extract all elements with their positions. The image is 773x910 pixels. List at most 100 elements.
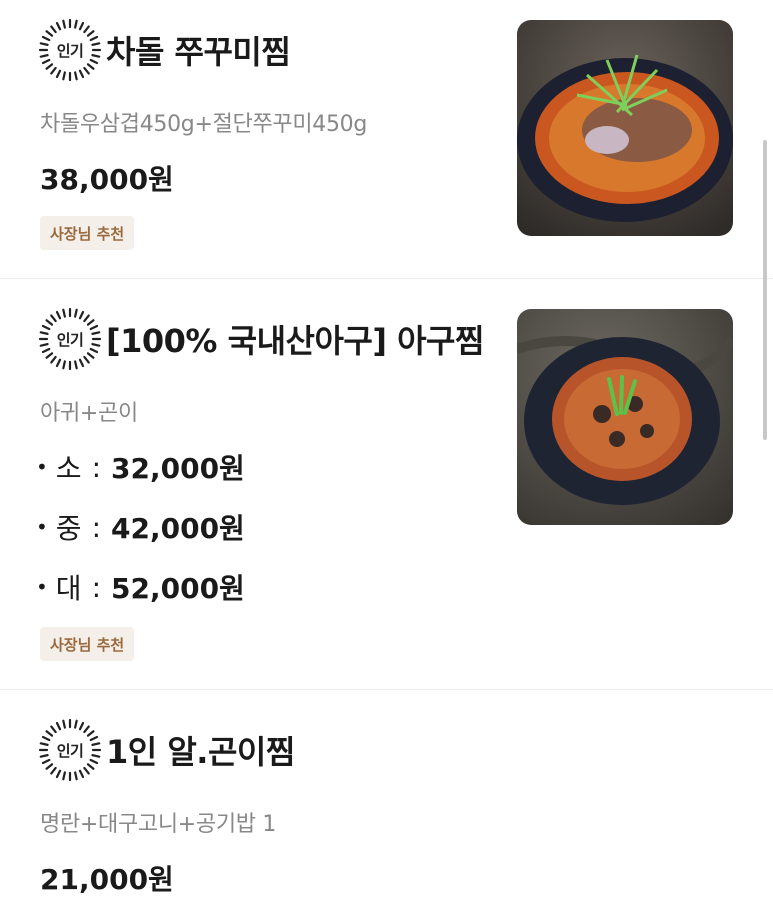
size-option-large: • 대 : 52,000원 bbox=[36, 567, 245, 607]
badge-ray bbox=[74, 19, 78, 29]
menu-item[interactable]: 인기 [100% 국내산아구] 아구찜 아귀+곤이 • 소 : 32,000원 … bbox=[0, 279, 773, 690]
badge-ray bbox=[89, 735, 99, 742]
badge-ray bbox=[45, 63, 54, 70]
item-price: 21,000원 bbox=[40, 863, 174, 896]
badge-ray bbox=[89, 347, 99, 354]
badge-ray bbox=[74, 719, 78, 729]
badge-ray bbox=[55, 21, 62, 31]
badge-ray bbox=[39, 742, 49, 746]
badge-ray bbox=[86, 730, 95, 737]
badge-ray bbox=[50, 314, 57, 323]
badge-ray bbox=[83, 25, 90, 34]
badge-ray bbox=[55, 358, 62, 368]
popular-badge-icon: 인기 bbox=[38, 18, 102, 82]
badge-ray bbox=[86, 763, 95, 770]
owner-recommend-tag: 사장님 추천 bbox=[40, 216, 135, 250]
badge-ray bbox=[62, 308, 66, 318]
badge-ray bbox=[41, 35, 51, 42]
badge-ray bbox=[50, 355, 57, 364]
scrollbar[interactable] bbox=[763, 140, 767, 440]
size-name: 중 bbox=[55, 512, 82, 545]
dish-photo[interactable] bbox=[517, 20, 733, 236]
badge-ray bbox=[74, 360, 78, 370]
bullet: • bbox=[36, 515, 48, 539]
badge-ray bbox=[91, 54, 101, 58]
badge-ray bbox=[50, 66, 57, 75]
badge-ray bbox=[86, 319, 95, 326]
badge-ray bbox=[39, 42, 49, 46]
size-option-small: • 소 : 32,000원 bbox=[36, 447, 245, 487]
badge-ray bbox=[89, 58, 99, 65]
item-price: 38,000원 bbox=[40, 163, 174, 196]
badge-ray bbox=[86, 352, 95, 359]
badge-ray bbox=[41, 58, 51, 65]
badge-ray bbox=[78, 21, 85, 31]
badge-ray bbox=[78, 358, 85, 368]
badge-ray bbox=[74, 308, 78, 318]
badge-ray bbox=[86, 30, 95, 37]
badge-ray bbox=[83, 725, 90, 734]
badge-ray bbox=[62, 719, 66, 729]
badge-ray bbox=[89, 758, 99, 765]
badge-ray bbox=[41, 758, 51, 765]
badge-ray bbox=[45, 352, 54, 359]
badge-ray bbox=[55, 310, 62, 320]
badge-ray bbox=[91, 754, 101, 758]
badge-ray bbox=[62, 19, 66, 29]
badge-ray bbox=[91, 331, 101, 335]
item-description: 아귀+곤이 bbox=[40, 401, 138, 426]
item-description: 차돌우삼겹450g+절단쭈꾸미450g bbox=[40, 112, 368, 137]
badge-ray bbox=[78, 721, 85, 731]
size-price: 42,000원 bbox=[111, 512, 245, 545]
bullet: • bbox=[36, 575, 48, 599]
popular-badge-label: 인기 bbox=[56, 330, 84, 349]
size-option-medium: • 중 : 42,000원 bbox=[36, 507, 245, 547]
badge-ray bbox=[55, 721, 62, 731]
bullet: • bbox=[36, 455, 48, 479]
badge-ray bbox=[39, 754, 49, 758]
badge-ray bbox=[41, 347, 51, 354]
badge-ray bbox=[50, 725, 57, 734]
popular-badge-label: 인기 bbox=[56, 41, 84, 60]
title-row: 인기 1인 알.곤이찜 bbox=[38, 718, 295, 782]
badge-ray bbox=[83, 314, 90, 323]
size-price: 52,000원 bbox=[111, 572, 245, 605]
badge-ray bbox=[41, 324, 51, 331]
badge-ray bbox=[39, 331, 49, 335]
badge-ray bbox=[78, 310, 85, 320]
popular-badge-icon: 인기 bbox=[38, 718, 102, 782]
item-title: 1인 알.곤이찜 bbox=[106, 733, 295, 771]
badge-ray bbox=[89, 324, 99, 331]
badge-ray bbox=[45, 319, 54, 326]
badge-ray bbox=[39, 343, 49, 347]
size-name: 소 bbox=[55, 452, 82, 485]
badge-ray bbox=[55, 769, 62, 779]
menu-list: 인기 차돌 쭈꾸미찜 차돌우삼겹450g+절단쭈꾸미450g 38,000원 사… bbox=[0, 0, 773, 910]
item-title: 차돌 쭈꾸미찜 bbox=[106, 33, 291, 71]
item-title: [100% 국내산아구] 아구찜 bbox=[106, 322, 484, 360]
size-price: 32,000원 bbox=[111, 452, 245, 485]
badge-ray bbox=[45, 763, 54, 770]
colon: : bbox=[91, 450, 101, 484]
menu-item[interactable]: 인기 차돌 쭈꾸미찜 차돌우삼겹450g+절단쭈꾸미450g 38,000원 사… bbox=[0, 0, 773, 279]
badge-ray bbox=[45, 30, 54, 37]
badge-ray bbox=[62, 771, 66, 781]
badge-ray bbox=[83, 766, 90, 775]
dish-photo[interactable] bbox=[517, 309, 733, 525]
popular-badge-icon: 인기 bbox=[38, 307, 102, 371]
size-name: 대 bbox=[55, 572, 82, 605]
owner-recommend-tag: 사장님 추천 bbox=[40, 627, 135, 661]
title-row: 인기 차돌 쭈꾸미찜 bbox=[38, 18, 291, 82]
badge-ray bbox=[50, 766, 57, 775]
menu-item[interactable]: 인기 1인 알.곤이찜 명란+대구고니+공기밥 1 21,000원 bbox=[0, 690, 773, 910]
badge-ray bbox=[39, 54, 49, 58]
badge-ray bbox=[62, 360, 66, 370]
badge-ray bbox=[83, 66, 90, 75]
badge-ray bbox=[45, 730, 54, 737]
badge-ray bbox=[83, 355, 90, 364]
badge-ray bbox=[91, 42, 101, 46]
badge-ray bbox=[55, 69, 62, 79]
badge-ray bbox=[74, 771, 78, 781]
badge-ray bbox=[91, 343, 101, 347]
colon: : bbox=[91, 510, 101, 544]
